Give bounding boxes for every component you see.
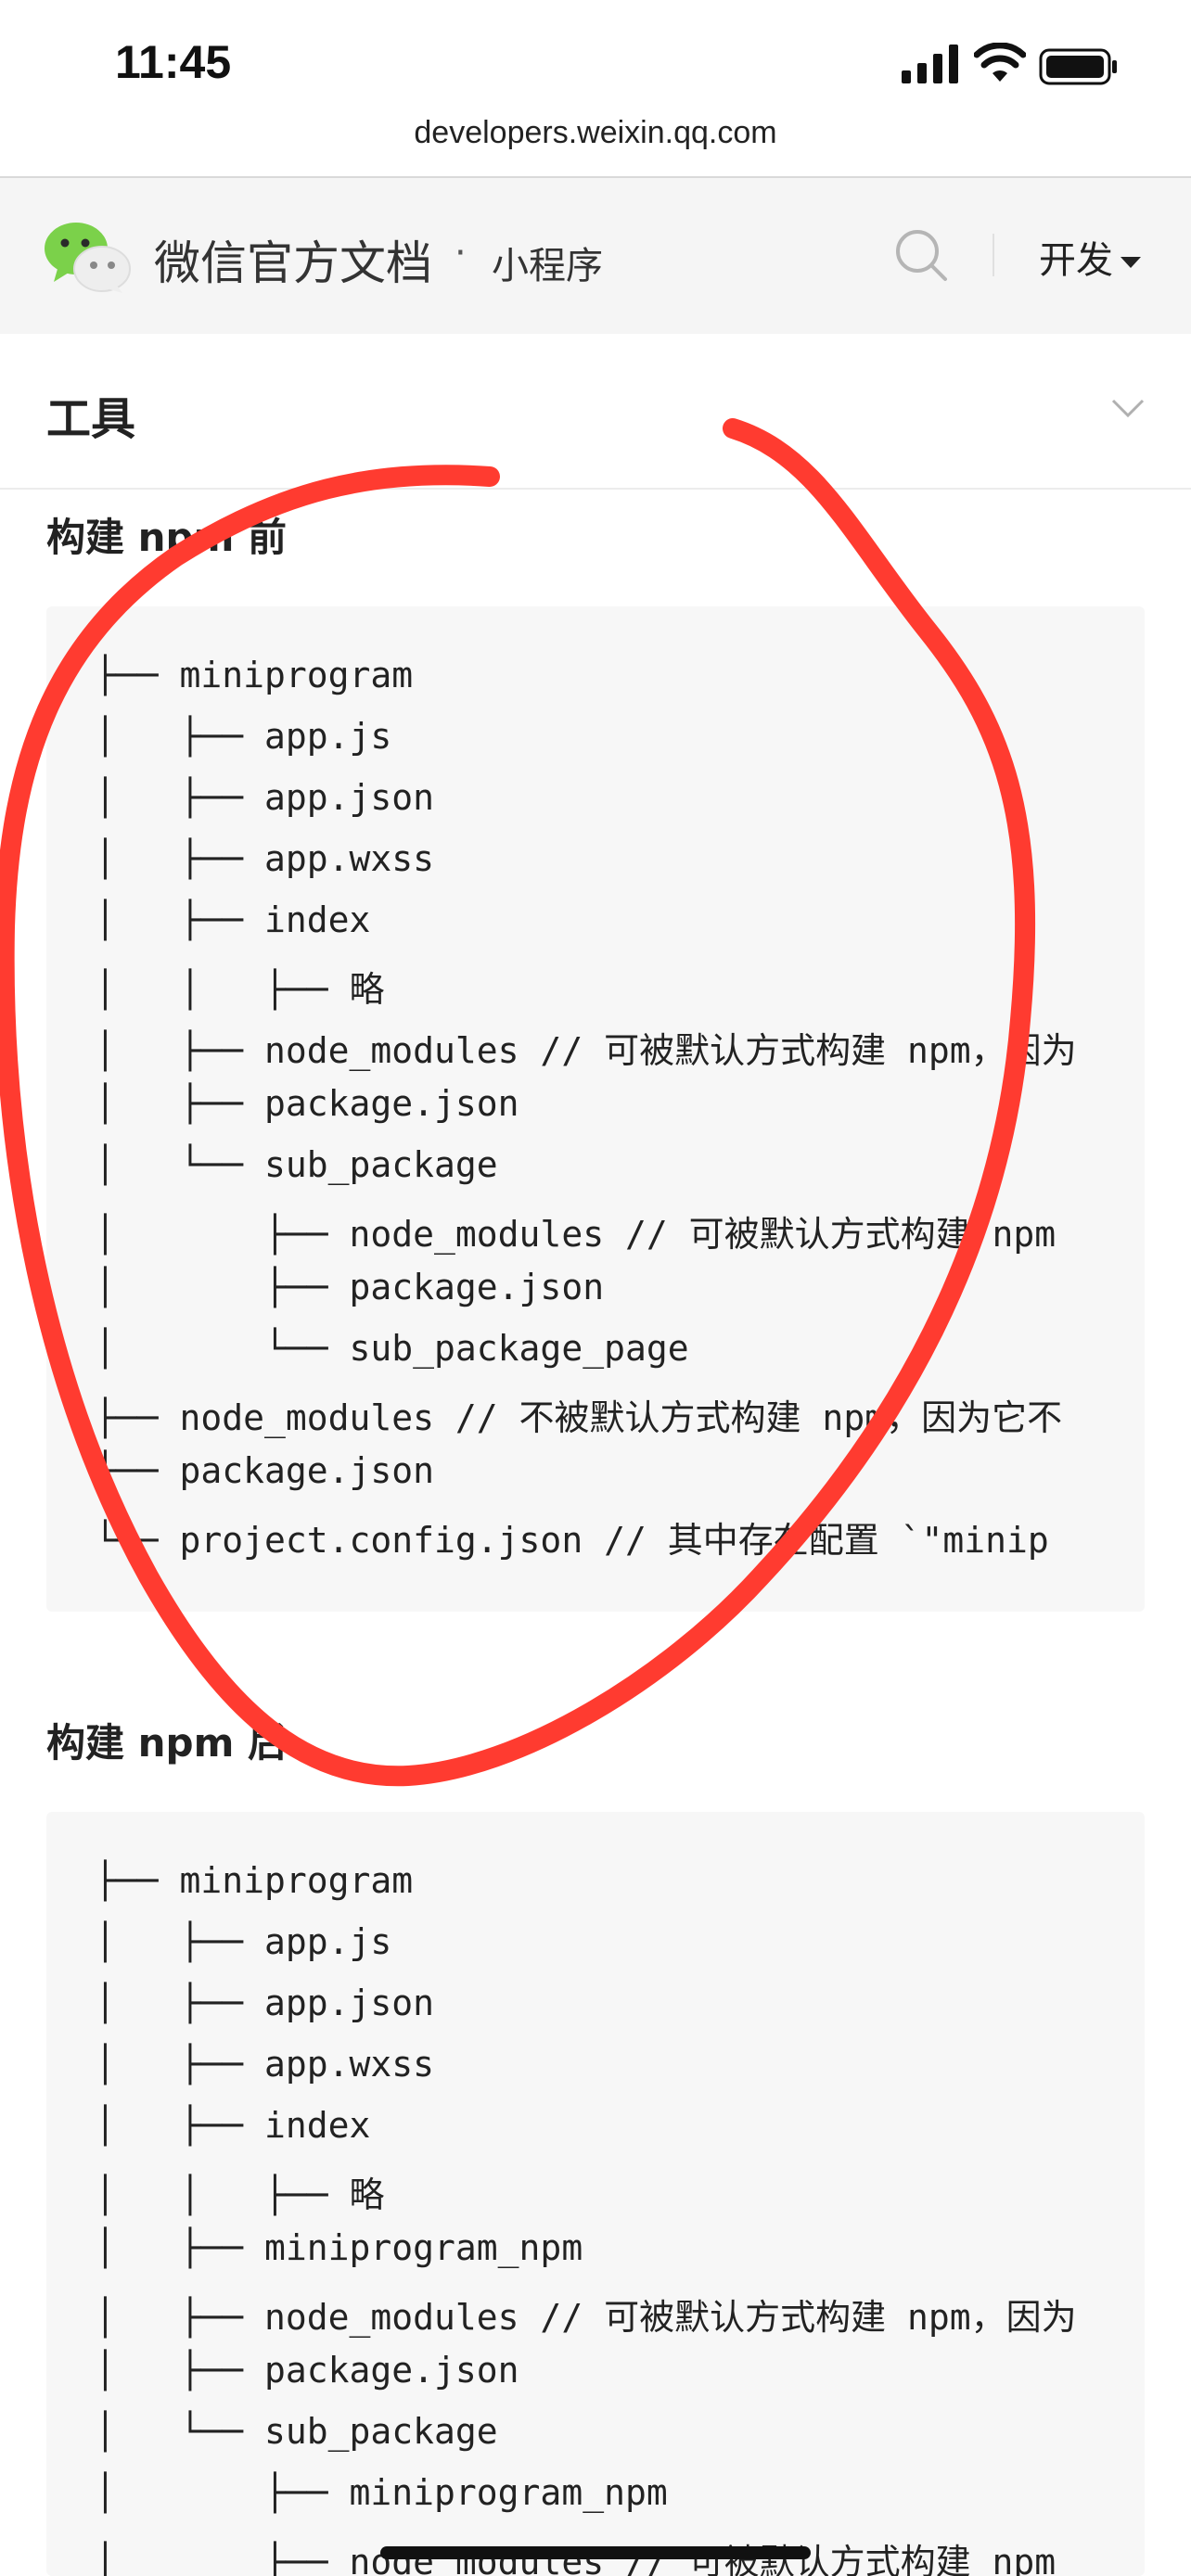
code-line: │ ├── app.js [95,716,392,757]
code-line: │ ├── node_modules // 可被默认方式构建 npm，因为 [95,2297,1077,2338]
title-separator: · [455,232,467,274]
code-line: ├── miniprogram [95,655,414,695]
chevron-down-icon [1111,399,1145,418]
dev-menu-label: 开发 [1039,239,1113,282]
site-subtitle[interactable]: 小程序 [492,236,603,289]
code-line: │ └── sub_package_page [95,1328,689,1369]
dev-menu-button[interactable]: 开发 [1039,230,1141,284]
code-line: │ ├── node_modules // 可被默认方式构建 npm，因为 [95,1030,1077,1071]
code-line: │ ├── app.json [95,777,435,818]
code-block-after: ├── miniprogram │ ├── app.js │ ├── app.jso… [46,1812,1145,2576]
code-line: │ ├── package.json [95,1083,519,1124]
code-line: │ │ ├── 略 [95,2174,385,2215]
status-time: 11:45 [115,36,232,88]
site-title[interactable]: 微信官方文档 [154,226,432,293]
battery-icon [1039,48,1117,85]
code-line: │ ├── miniprogram_npm [95,2227,583,2268]
code-line: │ ├── node_modules // 可被默认方式构建 npm [95,1214,1057,1255]
code-line: │ └── sub_package [95,1144,498,1185]
code-line: │ ├── index [95,2105,371,2146]
code-block-before: ├── miniprogram │ ├── app.js │ ├── app.jso… [46,606,1145,1612]
code-line: │ ├── miniprogram_npm [95,2472,668,2513]
search-icon[interactable] [892,226,950,284]
home-indicator[interactable] [380,2546,811,2559]
code-line: │ │ ├── 略 [95,969,385,1010]
code-line: │ ├── app.js [95,1921,392,1962]
code-line: │ ├── package.json [95,2350,519,2391]
tools-label: 工具 [46,393,136,445]
code-line: │ └── sub_package [95,2411,498,2452]
address-bar-url[interactable]: developers.weixin.qq.com [0,115,1191,151]
code-line: │ ├── index [95,899,371,940]
code-line: │ ├── app.json [95,1983,435,2023]
cellular-signal-icon [902,45,958,83]
section-title-before: 构建 npm 前 [46,515,287,560]
section-title-after: 构建 npm 后 [46,1720,287,1766]
code-line: └── project.config.json // 其中存在配置 `"mini… [95,1520,1049,1561]
code-line: │ ├── app.wxss [95,838,435,879]
status-bar: 11:45 developers.weixin.qq.com [0,0,1191,150]
caret-down-icon [1121,257,1141,268]
wechat-logo[interactable] [43,217,132,295]
code-line: ├── package.json [95,1450,435,1491]
site-header: 微信官方文档 · 小程序 开发 [0,178,1191,334]
code-line: │ ├── app.wxss [95,2044,435,2085]
tools-dropdown[interactable]: 工具 [0,334,1191,490]
header-divider [992,234,994,276]
code-line: ├── node_modules // 不被默认方式构建 npm，因为它不 [95,1397,1063,1438]
wifi-icon [974,43,1026,82]
code-line: │ ├── package.json [95,1267,605,1307]
code-line: ├── miniprogram [95,1860,414,1901]
